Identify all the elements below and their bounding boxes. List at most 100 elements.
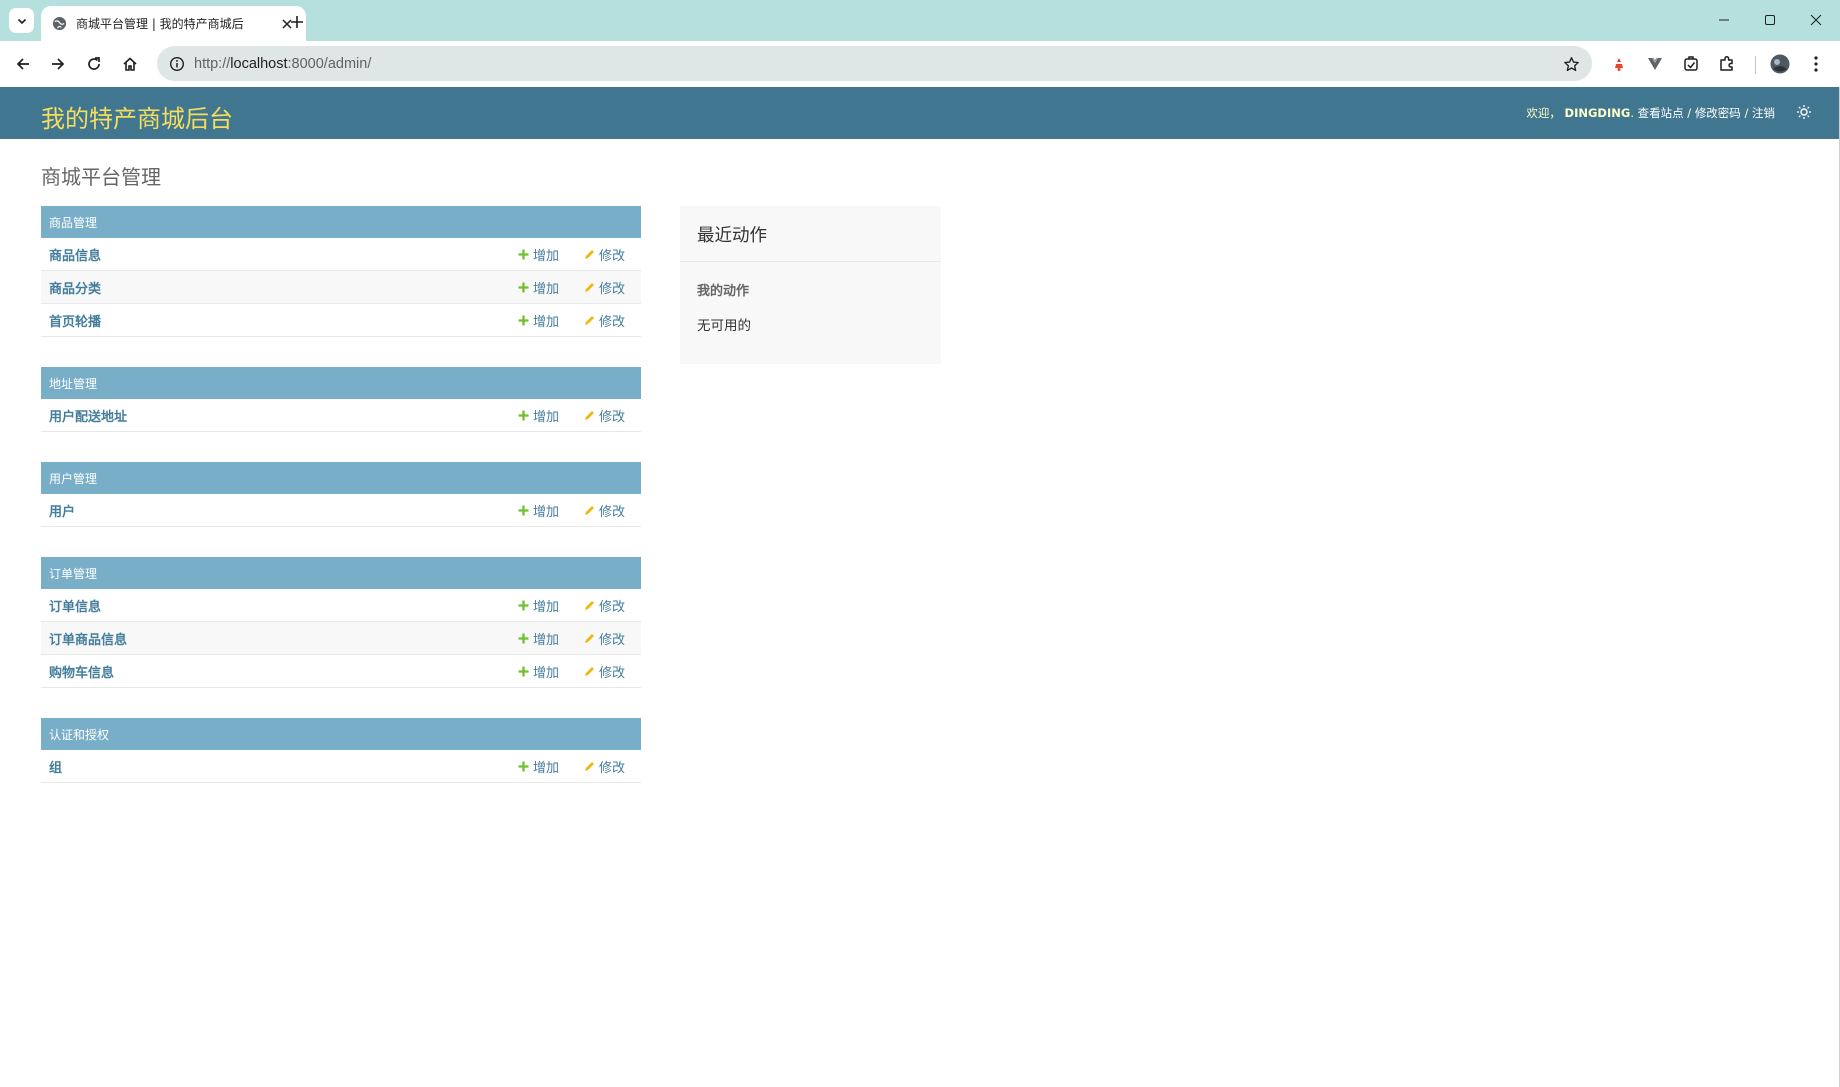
extension-puzzle-green-icon[interactable] [1677, 50, 1705, 78]
new-tab-button[interactable] [283, 8, 311, 36]
maximize-button[interactable] [1747, 6, 1793, 34]
theme-toggle-button[interactable] [1794, 102, 1814, 122]
module-caption[interactable]: 订单管理 [41, 557, 641, 589]
model-link[interactable]: 组 [49, 757, 62, 776]
module-caption[interactable]: 商品管理 [41, 206, 641, 238]
change-password-link[interactable]: 修改密码 [1695, 106, 1741, 120]
pencil-icon [583, 599, 595, 611]
add-link[interactable]: 增加 [517, 596, 559, 615]
module-orders: 订单管理 订单信息 增加 修改 订单商品信息 增加 修改 购物车信息 增加 修改 [41, 557, 641, 688]
extension-red-icon[interactable] [1605, 50, 1633, 78]
browser-tab-active[interactable]: 商城平台管理 | 我的特产商城后 [41, 6, 306, 41]
change-link[interactable]: 修改 [583, 662, 625, 681]
page-title: 商城平台管理 [41, 165, 161, 189]
logout-link[interactable]: 注销 [1752, 106, 1775, 120]
add-link[interactable]: 增加 [517, 245, 559, 264]
browser-tab-strip: 商城平台管理 | 我的特产商城后 [0, 0, 1840, 41]
change-link[interactable]: 修改 [583, 757, 625, 776]
pencil-icon [583, 248, 595, 260]
star-icon[interactable] [1560, 53, 1582, 75]
module-auth: 认证和授权 组 增加 修改 [41, 718, 641, 783]
pencil-icon [583, 504, 595, 516]
table-row: 购物车信息 增加 修改 [41, 655, 641, 688]
pencil-icon [583, 632, 595, 644]
globe-icon [51, 16, 67, 32]
change-link[interactable]: 修改 [583, 406, 625, 425]
pencil-icon [583, 409, 595, 421]
change-link[interactable]: 修改 [583, 596, 625, 615]
arrow-right-icon [52, 58, 65, 70]
module-caption[interactable]: 用户管理 [41, 462, 641, 494]
plus-icon [517, 409, 529, 421]
profile-avatar[interactable] [1766, 50, 1794, 78]
change-link[interactable]: 修改 [583, 278, 625, 297]
plus-icon [517, 599, 529, 611]
tab-search-button[interactable] [9, 8, 34, 33]
admin-header: 我的特产商城后台 欢迎， DINGDING. 查看站点 / 修改密码 / 注销 [0, 87, 1840, 139]
model-link[interactable]: 商品信息 [49, 245, 101, 264]
model-link[interactable]: 首页轮播 [49, 311, 101, 330]
url-text[interactable]: http://localhost:8000/admin/ [194, 56, 371, 72]
tab-title: 商城平台管理 | 我的特产商城后 [76, 17, 244, 31]
plus-icon [517, 281, 529, 293]
address-bar[interactable]: http://localhost:8000/admin/ [157, 46, 1592, 81]
maximize-icon [1765, 15, 1775, 25]
add-link[interactable]: 增加 [517, 629, 559, 648]
view-site-link[interactable]: 查看站点 [1638, 106, 1684, 120]
browser-menu-button[interactable] [1802, 50, 1830, 78]
no-actions-text: 无可用的 [697, 318, 751, 334]
minimize-icon [1719, 19, 1729, 21]
back-button[interactable] [9, 50, 37, 78]
model-link[interactable]: 用户 [49, 501, 75, 520]
forward-button[interactable] [44, 50, 72, 78]
browser-toolbar: http://localhost:8000/admin/ [0, 41, 1840, 87]
model-link[interactable]: 用户配送地址 [49, 406, 127, 425]
plus-icon [517, 314, 529, 326]
change-link[interactable]: 修改 [583, 311, 625, 330]
reload-button[interactable] [80, 50, 108, 78]
chevron-down-icon [17, 18, 26, 24]
table-row: 订单商品信息 增加 修改 [41, 622, 641, 655]
model-link[interactable]: 订单信息 [49, 596, 101, 615]
table-row: 组 增加 修改 [41, 750, 641, 783]
more-vert-icon [1814, 56, 1818, 72]
plus-icon [517, 760, 529, 772]
username: DINGDING [1564, 106, 1631, 120]
table-row: 用户配送地址 增加 修改 [41, 399, 641, 432]
table-row: 用户 增加 修改 [41, 494, 641, 527]
extension-vue-icon[interactable] [1641, 50, 1669, 78]
model-link[interactable]: 订单商品信息 [49, 629, 127, 648]
home-icon [123, 57, 137, 71]
toolbar-divider [1755, 56, 1756, 74]
home-button[interactable] [116, 50, 144, 78]
user-tools: 欢迎， DINGDING. 查看站点 / 修改密码 / 注销 [1526, 106, 1775, 120]
reload-icon [88, 57, 100, 70]
add-link[interactable]: 增加 [517, 662, 559, 681]
table-row: 首页轮播 增加 修改 [41, 304, 641, 337]
info-icon[interactable] [167, 54, 187, 74]
add-link[interactable]: 增加 [517, 311, 559, 330]
close-window-button[interactable] [1793, 6, 1839, 34]
add-link[interactable]: 增加 [517, 278, 559, 297]
change-link[interactable]: 修改 [583, 629, 625, 648]
add-link[interactable]: 增加 [517, 757, 559, 776]
site-branding[interactable]: 我的特产商城后台 [41, 99, 233, 134]
module-goods: 商品管理 商品信息 增加 修改 商品分类 增加 修改 首页轮播 增加 修改 [41, 206, 641, 337]
pencil-icon [583, 760, 595, 772]
table-row: 商品分类 增加 修改 [41, 271, 641, 304]
change-link[interactable]: 修改 [583, 245, 625, 264]
model-link[interactable]: 购物车信息 [49, 662, 114, 681]
extensions-menu-icon[interactable] [1713, 50, 1741, 78]
arrow-left-icon [16, 58, 29, 70]
plus-icon [517, 665, 529, 677]
module-address: 地址管理 用户配送地址 增加 修改 [41, 367, 641, 432]
minimize-button[interactable] [1701, 6, 1747, 34]
change-link[interactable]: 修改 [583, 501, 625, 520]
plus-icon [291, 16, 303, 28]
model-link[interactable]: 商品分类 [49, 278, 101, 297]
recent-actions-panel: 最近动作 我的动作 无可用的 [680, 206, 941, 364]
add-link[interactable]: 增加 [517, 501, 559, 520]
add-link[interactable]: 增加 [517, 406, 559, 425]
module-caption[interactable]: 认证和授权 [41, 718, 641, 750]
module-caption[interactable]: 地址管理 [41, 367, 641, 399]
